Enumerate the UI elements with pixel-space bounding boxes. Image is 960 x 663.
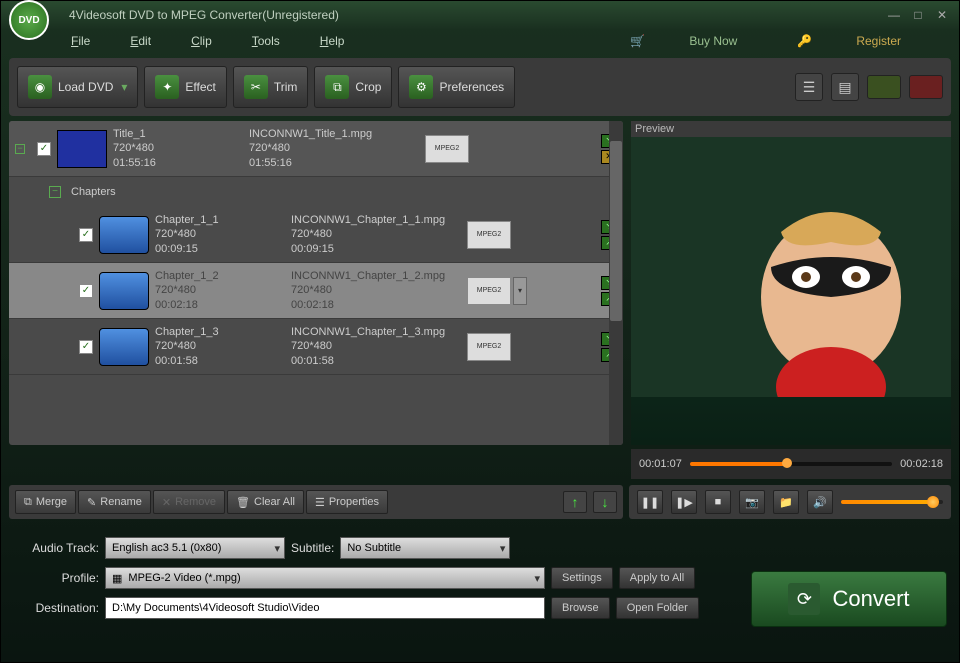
title-thumbnail (57, 130, 107, 168)
menubar: File Edit Clip Tools Help 🛒Buy Now 🔑Regi… (1, 29, 959, 53)
chapter-thumbnail (99, 328, 149, 366)
menu-edit[interactable]: Edit (130, 34, 151, 48)
preview-video (631, 137, 951, 445)
chapter-row-selected[interactable]: ✓ Chapter_1_2720*48000:02:18 INCONNW1_Ch… (9, 263, 623, 319)
profile-dropdown[interactable]: ▦MPEG-2 Video (*.mpg) (105, 567, 545, 589)
chapter-row[interactable]: ✓ Chapter_1_1720*48000:09:15 INCONNW1_Ch… (9, 207, 623, 263)
open-folder-button[interactable]: 📁 (773, 490, 799, 514)
clear-all-button[interactable]: 🗑 Clear All (227, 490, 304, 514)
view-grid-button[interactable]: ▤ (831, 73, 859, 101)
pause-button[interactable]: ❚❚ (637, 490, 663, 514)
chapter-checkbox[interactable]: ✓ (79, 228, 93, 242)
load-dvd-button[interactable]: ◉Load DVD▾ (17, 66, 138, 108)
chapter-row[interactable]: ✓ Chapter_1_3720*48000:01:58 INCONNW1_Ch… (9, 319, 623, 375)
collapse-toggle[interactable]: − (15, 144, 25, 154)
title-row[interactable]: − ✓ Title_1720*48001:55:16 INCONNW1_Titl… (9, 121, 623, 177)
rename-button[interactable]: ✎ Rename (78, 490, 151, 514)
move-down-button[interactable]: ↓ (593, 491, 617, 513)
crop-button[interactable]: ⧉Crop (314, 66, 392, 108)
format-badge: MPEG2 (467, 277, 511, 305)
move-up-button[interactable]: ↑ (563, 491, 587, 513)
menu-help[interactable]: Help (320, 34, 345, 48)
view-list-button[interactable]: ☰ (795, 73, 823, 101)
gear-icon: ⚙ (409, 75, 433, 99)
destination-field[interactable]: D:\My Documents\4Videosoft Studio\Video (105, 597, 545, 619)
chevron-down-icon: ▾ (121, 80, 127, 94)
apply-to-all-button[interactable]: Apply to All (619, 567, 695, 589)
volume-icon[interactable]: 🔊 (807, 490, 833, 514)
trim-icon: ✂ (244, 75, 268, 99)
audio-track-dropdown[interactable]: English ac3 5.1 (0x80) (105, 537, 285, 559)
player-controls: ❚❚ ❚▶ ■ 📷 📁 🔊 (629, 485, 951, 519)
list-scrollbar[interactable] (609, 121, 623, 445)
menu-file[interactable]: File (71, 34, 90, 48)
remove-button[interactable]: ✕ Remove (153, 490, 225, 514)
preview-label: Preview (631, 121, 951, 137)
app-window: DVD 4Videosoft DVD to MPEG Converter(Unr… (0, 0, 960, 663)
nvidia-badge-icon (867, 75, 901, 99)
timeline-slider[interactable] (690, 462, 892, 466)
minimize-button[interactable]: — (885, 8, 903, 22)
volume-slider[interactable] (841, 500, 943, 504)
effect-button[interactable]: ✦Effect (144, 66, 226, 108)
browse-button[interactable]: Browse (551, 597, 610, 619)
current-time: 00:01:07 (639, 458, 682, 470)
menu-clip[interactable]: Clip (191, 34, 212, 48)
list-actions: ⧉ Merge ✎ Rename ✕ Remove 🗑 Clear All ☰ … (9, 485, 623, 519)
step-button[interactable]: ❚▶ (671, 490, 697, 514)
subtitle-label: Subtitle: (291, 541, 334, 555)
playback-timeline: 00:01:07 00:02:18 (631, 449, 951, 479)
audio-track-label: Audio Track: (9, 541, 99, 555)
window-title: 4Videosoft DVD to MPEG Converter(Unregis… (69, 8, 339, 22)
destination-label: Destination: (9, 601, 99, 615)
register-link[interactable]: 🔑Register (797, 34, 941, 48)
crop-icon: ⧉ (325, 75, 349, 99)
dvd-icon: ◉ (28, 75, 52, 99)
close-button[interactable]: ✕ (933, 8, 951, 22)
total-time: 00:02:18 (900, 458, 943, 470)
subtitle-dropdown[interactable]: No Subtitle (340, 537, 510, 559)
preferences-button[interactable]: ⚙Preferences (398, 66, 515, 108)
output-settings: Audio Track: English ac3 5.1 (0x80) Subt… (9, 537, 751, 627)
preview-panel: Preview (631, 121, 951, 445)
title-checkbox[interactable]: ✓ (37, 142, 51, 156)
chapters-collapse-toggle[interactable]: − (49, 186, 61, 198)
effect-icon: ✦ (155, 75, 179, 99)
format-badge: MPEG2 (425, 135, 469, 163)
chapter-checkbox[interactable]: ✓ (79, 340, 93, 354)
convert-icon: ⟳ (788, 583, 820, 615)
convert-button[interactable]: ⟳ Convert (751, 571, 947, 627)
trim-button[interactable]: ✂Trim (233, 66, 309, 108)
amd-badge-icon (909, 75, 943, 99)
settings-button[interactable]: Settings (551, 567, 613, 589)
maximize-button[interactable]: □ (909, 8, 927, 22)
open-folder-button[interactable]: Open Folder (616, 597, 699, 619)
buy-now-link[interactable]: 🛒Buy Now (630, 34, 777, 48)
format-dropdown-button[interactable]: ▾ (513, 277, 527, 305)
key-icon: 🔑 (797, 34, 812, 48)
menu-tools[interactable]: Tools (252, 34, 280, 48)
titlebar: DVD 4Videosoft DVD to MPEG Converter(Unr… (1, 1, 959, 29)
snapshot-button[interactable]: 📷 (739, 490, 765, 514)
toolbar: ◉Load DVD▾ ✦Effect ✂Trim ⧉Crop ⚙Preferen… (9, 58, 951, 116)
chapter-thumbnail (99, 216, 149, 254)
cart-icon: 🛒 (630, 34, 645, 48)
merge-button[interactable]: ⧉ Merge (15, 490, 76, 514)
format-badge: MPEG2 (467, 221, 511, 249)
profile-label: Profile: (9, 571, 99, 585)
app-logo-icon: DVD (9, 0, 49, 40)
chapters-label: Chapters (71, 186, 116, 198)
chapter-thumbnail (99, 272, 149, 310)
format-badge: MPEG2 (467, 333, 511, 361)
file-list: − ✓ Title_1720*48001:55:16 INCONNW1_Titl… (9, 121, 623, 445)
stop-button[interactable]: ■ (705, 490, 731, 514)
properties-button[interactable]: ☰ Properties (306, 490, 388, 514)
chapters-header[interactable]: − Chapters (9, 177, 623, 207)
chapter-checkbox[interactable]: ✓ (79, 284, 93, 298)
